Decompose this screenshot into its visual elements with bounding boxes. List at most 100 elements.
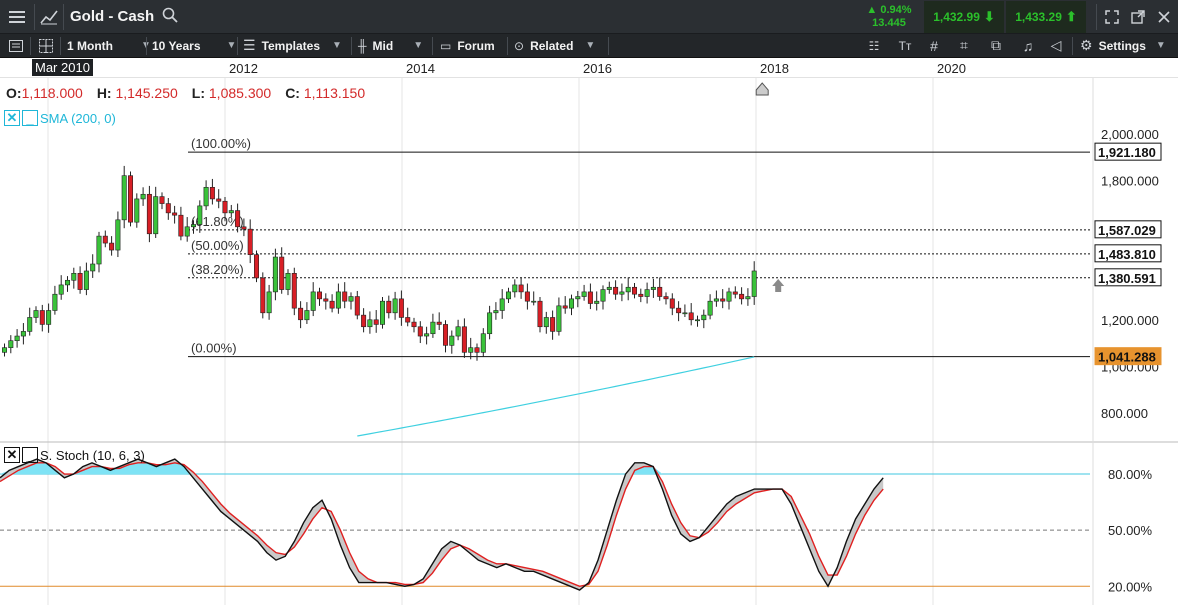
candle-body [449, 335, 455, 346]
year-tick-2014: 2014 [406, 61, 435, 76]
candle-body [625, 286, 631, 293]
interval-dropdown[interactable]: 1 Month▼ [67, 34, 151, 57]
ohlc-readout: O:1,118.000 H: 1,145.250 L: 1,085.300 C:… [6, 85, 365, 101]
panel-icon[interactable] [4, 34, 28, 57]
chat-icon: ▭ [440, 38, 452, 53]
buy-button[interactable]: 1,433.29 ⬆ [1006, 1, 1086, 33]
popout-icon[interactable] [1126, 0, 1150, 33]
templates-icon: ☰ [243, 37, 256, 53]
layers-icon[interactable]: ⧉ [986, 34, 1006, 57]
candle-body [310, 291, 316, 311]
candle-body [587, 291, 593, 304]
sma-legend[interactable]: ✕ _ SMA (200, 0) [4, 110, 116, 126]
candle-body [663, 296, 669, 300]
candle-body [20, 331, 26, 337]
candle-body [600, 289, 606, 302]
price-type-value: Mid [372, 38, 394, 53]
candle-body [682, 312, 688, 315]
collapse-stoch-icon[interactable]: _ [22, 447, 38, 463]
line-chart-icon[interactable] [35, 0, 63, 33]
candle-body [33, 310, 39, 318]
candle-body [707, 300, 713, 316]
candle-body [694, 319, 700, 322]
candle-body [373, 319, 379, 325]
settings-label: Settings [1098, 38, 1146, 53]
templates-dropdown[interactable]: ☰ Templates ▼ [243, 34, 342, 57]
price-axis-icon[interactable]: ☷ [864, 34, 884, 57]
candle-body [543, 317, 549, 328]
bell-icon[interactable]: ♫ [1018, 34, 1038, 57]
current-date-label: Mar 2010 [32, 59, 93, 76]
grid-layout-icon[interactable] [36, 34, 56, 57]
sma-label: SMA (200, 0) [40, 110, 116, 126]
candle-body [562, 305, 568, 309]
sell-price: 1,432.99 [933, 10, 980, 24]
candle-body [272, 256, 278, 293]
candle-body [386, 300, 392, 314]
range-dropdown[interactable]: 10 Years ▼ [152, 34, 236, 57]
stoch-tick-label: 80.00% [1108, 467, 1153, 482]
candle-body [436, 321, 442, 325]
range-value: 10 Years [152, 38, 201, 53]
candle-body [298, 307, 304, 321]
low-label: L: [191, 85, 205, 101]
candle-body [140, 193, 146, 200]
settings-dropdown[interactable]: ⚙ Settings ▼ [1080, 34, 1166, 57]
candle-body [146, 193, 152, 235]
candle-body [537, 300, 543, 328]
candle-body [8, 340, 14, 348]
high-value: 1,145.250 [115, 85, 178, 101]
low-value: 1,085.300 [208, 85, 272, 101]
text-size-icon[interactable]: Tт [892, 34, 918, 57]
fib-level-label: (50.00%) [191, 238, 244, 253]
candle-body [638, 293, 644, 297]
forum-button[interactable]: ▭ Forum [440, 34, 495, 57]
candle-body [556, 305, 562, 332]
candle-body [165, 203, 171, 214]
candle-body [732, 291, 738, 295]
candle-body [398, 298, 404, 318]
candle-body [203, 186, 209, 207]
year-tick-2012: 2012 [229, 61, 258, 76]
candle-body [581, 291, 587, 297]
instrument-title[interactable]: Gold - Cash [70, 8, 154, 25]
related-dropdown[interactable]: ⊙ Related ▼ [514, 34, 595, 57]
search-icon[interactable] [162, 7, 178, 26]
candle-body [83, 270, 89, 290]
hamburger-icon[interactable] [0, 0, 34, 33]
fib-price-label: 1,041.288 [1098, 350, 1156, 365]
link-icon: ⊙ [514, 38, 525, 53]
candle-body [241, 226, 247, 230]
candle-body [392, 298, 398, 314]
eraser-icon[interactable]: ◁ [1046, 34, 1066, 57]
stoch-tick-label: 50.00% [1108, 523, 1153, 538]
candle-body [575, 296, 581, 300]
candle-body [254, 254, 260, 279]
candle-body [228, 210, 234, 214]
candle-body [77, 272, 83, 290]
stoch-legend[interactable]: ✕ _ S. Stoch (10, 6, 3) [4, 447, 145, 463]
drawing-tools-icon[interactable]: ⌗ [954, 34, 974, 57]
remove-stoch-icon[interactable]: ✕ [4, 447, 20, 463]
close-icon[interactable] [1154, 0, 1174, 33]
price-type-dropdown[interactable]: ╫ Mid ▼ [358, 34, 423, 57]
candle-body [58, 284, 64, 295]
candle-body [316, 291, 322, 300]
fullscreen-icon[interactable] [1100, 0, 1124, 33]
chart-canvas[interactable]: (100.00%)(61.80%)(50.00%)(38.20%)(0.00%)… [0, 78, 1178, 605]
remove-sma-icon[interactable]: ✕ [4, 110, 20, 126]
top-bar: Gold - Cash ▲ 0.94% 13.445 1,432.99 ⬇ 1,… [0, 0, 1178, 34]
collapse-sma-icon[interactable]: _ [22, 110, 38, 126]
grid-icon[interactable]: # [924, 34, 944, 57]
candle-body [411, 321, 417, 328]
stoch-label: S. Stoch (10, 6, 3) [40, 447, 145, 463]
candle-body [726, 291, 732, 302]
candle-body [499, 298, 505, 311]
candle-body [323, 298, 329, 302]
candle-body [46, 310, 52, 325]
stoch-k-line [0, 458, 884, 591]
candle-body [247, 228, 253, 256]
sell-button[interactable]: 1,432.99 ⬇ [924, 1, 1004, 33]
price-change-box: ▲ 0.94% 13.445 [856, 1, 922, 33]
candle-body [480, 333, 486, 353]
